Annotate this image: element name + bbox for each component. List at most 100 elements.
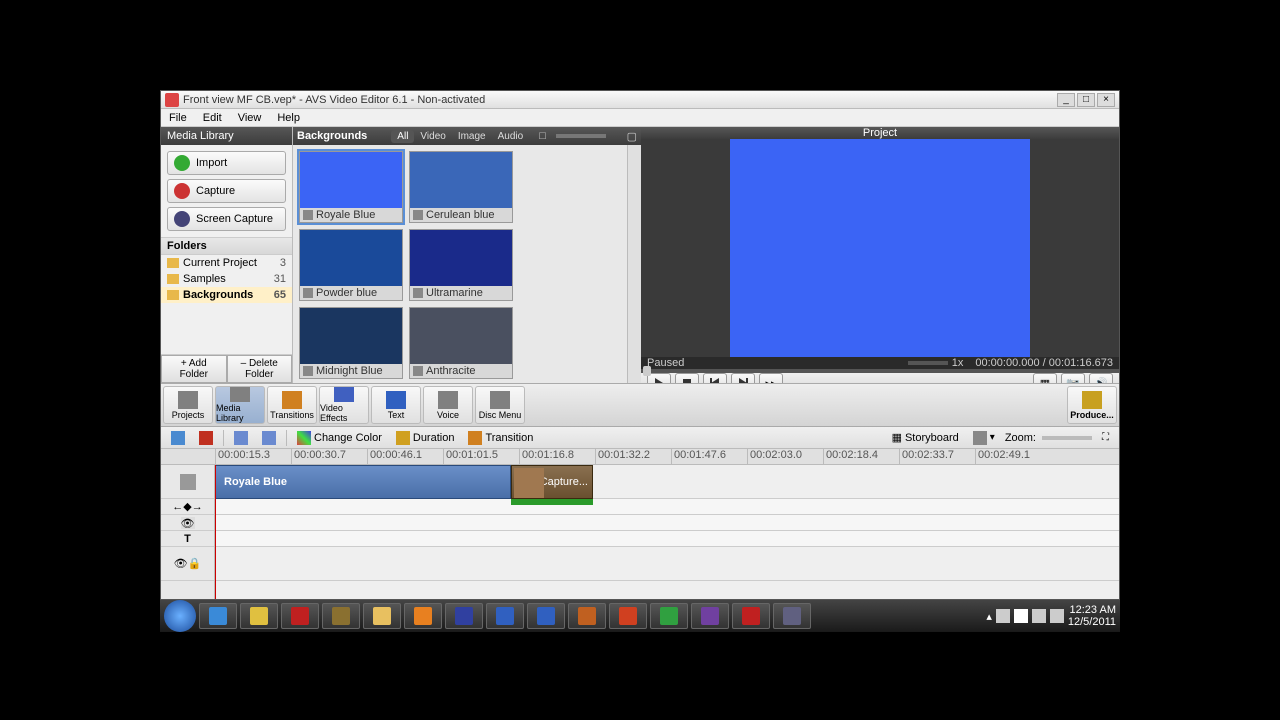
- text-track-header[interactable]: 👁: [161, 515, 214, 531]
- taskbar-app-app2[interactable]: [568, 603, 606, 629]
- taskbar-app-check[interactable]: [486, 603, 524, 629]
- taskbar-app-ppt[interactable]: [609, 603, 647, 629]
- overlay-track-header[interactable]: T: [161, 531, 214, 547]
- module-video-effects[interactable]: Video Effects: [319, 386, 369, 424]
- storyboard-toggle[interactable]: ▦Storyboard: [888, 430, 963, 445]
- tray-network-icon[interactable]: [1014, 609, 1028, 623]
- module-text[interactable]: Text: [371, 386, 421, 424]
- close-button[interactable]: ×: [1097, 93, 1115, 107]
- module-projects[interactable]: Projects: [163, 386, 213, 424]
- windows-taskbar: ▴ 12:23 AM 12/5/2011: [160, 600, 1120, 632]
- taskbar-app-ie[interactable]: [199, 603, 237, 629]
- module-icon: [490, 391, 510, 409]
- add-folder-button[interactable]: + Add Folder: [161, 355, 227, 383]
- taskbar-app-excel[interactable]: [650, 603, 688, 629]
- timeline-toolbar: Change Color Duration Transition ▦Storyb…: [161, 427, 1119, 449]
- undo-button[interactable]: [230, 430, 252, 446]
- audio-track-header[interactable]: 👁🔒: [161, 547, 214, 581]
- folder-icon: [167, 274, 179, 284]
- audio-clip[interactable]: [511, 499, 593, 505]
- redo-button[interactable]: [258, 430, 280, 446]
- thumbnail[interactable]: Anthracite: [409, 307, 513, 379]
- menu-help[interactable]: Help: [273, 111, 304, 125]
- titlebar: Front view MF CB.vep* - AVS Video Editor…: [161, 91, 1119, 109]
- import-button[interactable]: Import: [167, 151, 286, 175]
- clip-type-icon: [413, 288, 423, 298]
- screen-capture-icon: [174, 211, 190, 227]
- video-track-header[interactable]: [161, 465, 214, 499]
- fx-track-header[interactable]: ←◆→: [161, 499, 214, 515]
- capture-icon: [174, 183, 190, 199]
- taskbar-app-explorer[interactable]: [363, 603, 401, 629]
- view-mode-button[interactable]: ▾: [969, 430, 999, 446]
- taskbar-app-wmp[interactable]: [404, 603, 442, 629]
- folder-row[interactable]: Samples31: [161, 271, 292, 287]
- filter-all[interactable]: All: [391, 130, 414, 143]
- thumbnail[interactable]: Ultramarine: [409, 229, 513, 301]
- browser-title: Backgrounds: [297, 130, 367, 142]
- tray-battery-icon[interactable]: [1050, 609, 1064, 623]
- change-color-button[interactable]: Change Color: [293, 430, 386, 446]
- module-disc-menu[interactable]: Disc Menu: [475, 386, 525, 424]
- thumbnail[interactable]: Powder blue: [299, 229, 403, 301]
- tray-flag-icon[interactable]: [996, 609, 1010, 623]
- thumb-zoom-slider[interactable]: [556, 134, 606, 138]
- clip-royale-blue[interactable]: Royale Blue: [215, 465, 511, 499]
- system-tray[interactable]: ▴ 12:23 AM 12/5/2011: [986, 604, 1116, 628]
- folder-row[interactable]: Backgrounds65: [161, 287, 292, 303]
- color-icon: [297, 431, 311, 445]
- track-area[interactable]: Royale Blue Capture...: [215, 465, 1119, 599]
- track-headers: ←◆→ 👁 T 👁🔒: [161, 465, 215, 599]
- capture-button[interactable]: Capture: [167, 179, 286, 203]
- delete-button[interactable]: [195, 430, 217, 446]
- start-button[interactable]: [164, 600, 196, 632]
- menu-file[interactable]: File: [165, 111, 191, 125]
- module-transitions[interactable]: Transitions: [267, 386, 317, 424]
- taskbar-app-pdf[interactable]: [732, 603, 770, 629]
- filter-image[interactable]: Image: [452, 130, 492, 143]
- minimize-button[interactable]: _: [1057, 93, 1075, 107]
- maximize-button[interactable]: □: [1077, 93, 1095, 107]
- taskbar-app-onenote[interactable]: [691, 603, 729, 629]
- taskbar-app-hp[interactable]: [445, 603, 483, 629]
- fit-button[interactable]: ⛶: [1098, 431, 1113, 444]
- preview-progress[interactable]: [641, 369, 1119, 373]
- taskbar-app-r[interactable]: [281, 603, 319, 629]
- thumbnail[interactable]: Royale Blue: [299, 151, 403, 223]
- preview-header: Project: [641, 127, 1119, 139]
- taskbar-app-editor[interactable]: [773, 603, 811, 629]
- tray-volume-icon[interactable]: [1032, 609, 1046, 623]
- thumbnail-grid: Royale BlueCerulean bluePowder blueUltra…: [293, 145, 627, 383]
- taskbar-app-chrome[interactable]: [240, 603, 278, 629]
- preview-time: 00:00:00.000 / 00:01:16.673: [975, 357, 1113, 369]
- playhead[interactable]: [215, 465, 216, 599]
- media-library-header: Media Library: [161, 127, 292, 145]
- folder-row[interactable]: Current Project3: [161, 255, 292, 271]
- video-track-icon: [180, 474, 196, 490]
- timeline-zoom-slider[interactable]: [1042, 436, 1092, 440]
- taskbar-clock[interactable]: 12:23 AM 12/5/2011: [1068, 604, 1116, 628]
- taskbar-app-app1[interactable]: [322, 603, 360, 629]
- duration-icon: [396, 431, 410, 445]
- tray-chevron-icon[interactable]: ▴: [986, 610, 992, 623]
- filter-audio[interactable]: Audio: [492, 130, 530, 143]
- delete-folder-button[interactable]: – Delete Folder: [227, 355, 293, 383]
- menu-edit[interactable]: Edit: [199, 111, 226, 125]
- split-button[interactable]: [167, 430, 189, 446]
- thumbnail[interactable]: Cerulean blue: [409, 151, 513, 223]
- speed-slider[interactable]: [908, 361, 948, 365]
- transition-button[interactable]: Transition: [464, 430, 537, 446]
- timeline-ruler[interactable]: 00:00:15.300:00:30.700:00:46.100:01:01.5…: [161, 449, 1119, 465]
- module-voice[interactable]: Voice: [423, 386, 473, 424]
- thumbnail[interactable]: Midnight Blue: [299, 307, 403, 379]
- module-media-library[interactable]: Media Library: [215, 386, 265, 424]
- taskbar-app-word[interactable]: [527, 603, 565, 629]
- duration-button[interactable]: Duration: [392, 430, 459, 446]
- clip-capture[interactable]: Capture...: [511, 465, 593, 499]
- module-produce-[interactable]: Produce...: [1067, 386, 1117, 424]
- screen-capture-button[interactable]: Screen Capture: [167, 207, 286, 231]
- filter-video[interactable]: Video: [414, 130, 451, 143]
- import-icon: [174, 155, 190, 171]
- menu-view[interactable]: View: [234, 111, 266, 125]
- browser-scrollbar[interactable]: [627, 145, 641, 383]
